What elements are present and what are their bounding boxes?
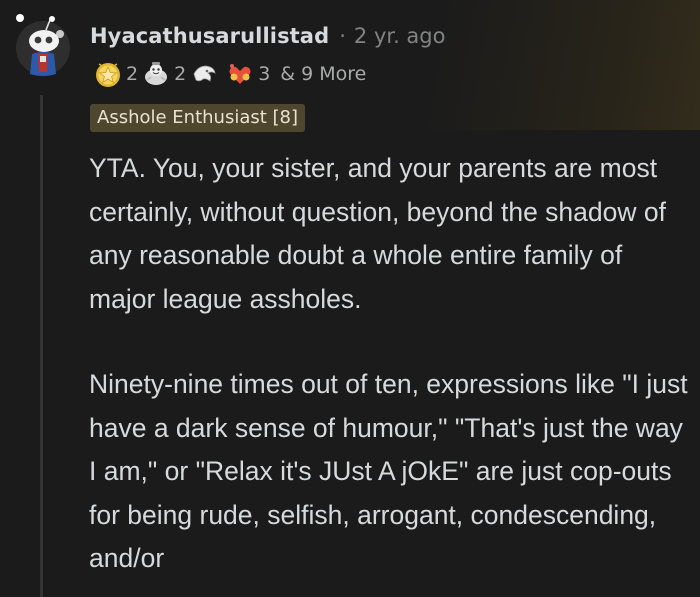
awards-row[interactable]: 2 2 3 & 9 More [94, 58, 366, 90]
award-count: 3 [258, 63, 271, 85]
award-count: 2 [126, 63, 139, 85]
thread-collapse-line[interactable] [40, 95, 43, 597]
header-separator: · [339, 24, 346, 48]
gold-star-award-icon [94, 60, 122, 88]
snoo-avatar-icon [16, 14, 70, 76]
heart-hands-award-icon [226, 60, 254, 88]
more-awards-link[interactable]: & 9 More [280, 63, 366, 85]
comment-header: Hyacathusarullistad · 2 yr. ago [90, 24, 445, 48]
comment-paragraph: Ninety-nine times out of ten, expression… [89, 369, 688, 573]
user-flair: Asshole Enthusiast [8] [90, 104, 306, 132]
comment-timestamp[interactable]: 2 yr. ago [354, 24, 446, 48]
hand-award-icon [190, 60, 218, 88]
username-link[interactable]: Hyacathusarullistad [90, 24, 329, 48]
comment-paragraph: YTA. You, your sister, and your parents … [89, 153, 666, 314]
user-avatar[interactable] [14, 14, 72, 80]
comment-body: YTA. You, your sister, and your parents … [89, 147, 689, 581]
comment-screenshot: Hyacathusarullistad · 2 yr. ago 2 2 3 & … [0, 0, 700, 597]
wholesome-seal-award-icon [142, 60, 170, 88]
award-count: 2 [174, 63, 187, 85]
